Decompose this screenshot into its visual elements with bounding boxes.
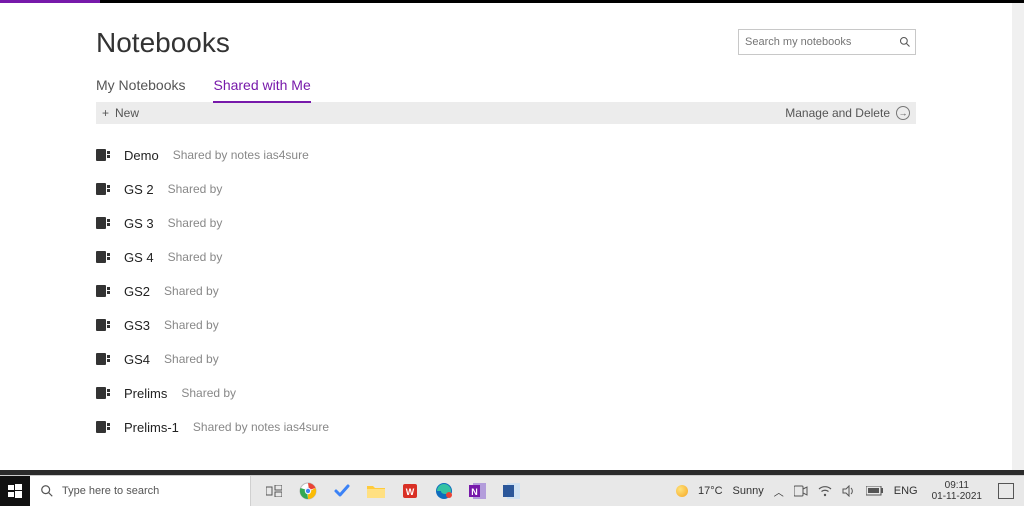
taskbar-system-tray: 17°C Sunny ︿ ENG 09:11 01-11-2021	[676, 480, 1024, 502]
notebook-row[interactable]: GS 4 Shared by	[96, 240, 916, 274]
notebook-shared: Shared by	[168, 216, 223, 230]
file-explorer-icon[interactable]	[367, 482, 385, 500]
notebook-shared: Shared by	[168, 182, 223, 196]
action-center-icon[interactable]	[998, 483, 1014, 499]
manage-label: Manage and Delete	[785, 106, 890, 120]
notebook-icon	[96, 251, 110, 263]
windows-icon	[8, 484, 22, 498]
notebook-icon	[96, 149, 110, 161]
taskbar-pinned: W N	[251, 482, 535, 500]
language-indicator[interactable]: ENG	[894, 485, 918, 497]
notebook-name: GS 4	[124, 250, 154, 265]
svg-text:N: N	[471, 487, 478, 497]
notebook-name: Demo	[124, 148, 159, 163]
notebook-name: GS3	[124, 318, 150, 333]
arrow-right-icon: →	[896, 106, 910, 120]
svg-text:W: W	[406, 487, 415, 497]
todo-icon[interactable]	[333, 482, 351, 500]
taskbar-clock[interactable]: 09:11 01-11-2021	[928, 480, 986, 502]
weather-icon[interactable]	[676, 485, 688, 497]
battery-icon[interactable]	[866, 486, 884, 496]
notebook-name: GS 2	[124, 182, 154, 197]
new-label: New	[115, 106, 139, 120]
wps-icon[interactable]: W	[401, 482, 419, 500]
tray-overflow-icon[interactable]: ︿	[774, 484, 784, 499]
volume-icon[interactable]	[842, 485, 856, 497]
taskbar: Type here to search W N 17°C Sunny	[0, 475, 1024, 506]
clock-date: 01-11-2021	[932, 491, 982, 502]
notebook-shared: Shared by	[181, 386, 236, 400]
search-box[interactable]	[738, 29, 916, 55]
notebook-shared: Shared by	[168, 250, 223, 264]
weather-cond[interactable]: Sunny	[733, 485, 764, 497]
notebook-shared: Shared by	[164, 352, 219, 366]
browser-scrollbar[interactable]	[1012, 3, 1024, 470]
word-icon[interactable]	[503, 482, 521, 500]
notebook-row[interactable]: Prelims Shared by	[96, 376, 916, 410]
page-title: Notebooks	[96, 27, 230, 59]
notebook-shared: Shared by notes ias4sure	[193, 420, 329, 434]
notebook-shared: Shared by notes ias4sure	[173, 148, 309, 162]
chrome-icon[interactable]	[299, 482, 317, 500]
action-bar: + New Manage and Delete →	[96, 102, 916, 124]
notebook-row[interactable]: GS4 Shared by	[96, 342, 916, 376]
notebook-name: GS2	[124, 284, 150, 299]
task-view-icon[interactable]	[265, 482, 283, 500]
notebook-name: GS 3	[124, 216, 154, 231]
search-icon[interactable]	[899, 36, 911, 48]
notebook-icon	[96, 421, 110, 433]
notebook-shared: Shared by	[164, 284, 219, 298]
clock-time: 09:11	[945, 480, 969, 491]
plus-icon: +	[102, 106, 109, 120]
tab-my-notebooks[interactable]: My Notebooks	[96, 77, 185, 103]
notebook-icon	[96, 183, 110, 195]
notebook-row[interactable]: Demo Shared by notes ias4sure	[96, 138, 916, 172]
meet-now-icon[interactable]	[794, 485, 808, 497]
notebook-row[interactable]: GS2 Shared by	[96, 274, 916, 308]
page: Notebooks My Notebooks Shared with Me + …	[0, 3, 1012, 470]
notebook-shared: Shared by	[164, 318, 219, 332]
notebook-row[interactable]: GS3 Shared by	[96, 308, 916, 342]
search-icon	[40, 484, 54, 498]
notebook-icon	[96, 387, 110, 399]
notebook-name: GS4	[124, 352, 150, 367]
notebook-name: Prelims	[124, 386, 167, 401]
tabs: My Notebooks Shared with Me	[96, 77, 916, 103]
notebook-icon	[96, 217, 110, 229]
manage-delete-button[interactable]: Manage and Delete →	[785, 106, 910, 120]
notebook-row[interactable]: Prelims-1 Shared by notes ias4sure	[96, 410, 916, 444]
weather-temp[interactable]: 17°C	[698, 485, 723, 497]
notebook-icon	[96, 353, 110, 365]
tab-shared-with-me[interactable]: Shared with Me	[213, 77, 310, 103]
notebook-list: Demo Shared by notes ias4sure GS 2 Share…	[96, 138, 916, 444]
start-button[interactable]	[0, 476, 30, 506]
wifi-icon[interactable]	[818, 485, 832, 497]
onenote-icon[interactable]: N	[469, 482, 487, 500]
edge-icon[interactable]	[435, 482, 453, 500]
taskbar-search[interactable]: Type here to search	[30, 476, 251, 506]
notebook-icon	[96, 285, 110, 297]
notebook-row[interactable]: GS 2 Shared by	[96, 172, 916, 206]
taskbar-search-placeholder: Type here to search	[62, 485, 159, 497]
search-input[interactable]	[743, 35, 899, 49]
notebook-row[interactable]: GS 3 Shared by	[96, 206, 916, 240]
new-button[interactable]: + New	[102, 106, 139, 120]
notebook-icon	[96, 319, 110, 331]
notebook-name: Prelims-1	[124, 420, 179, 435]
